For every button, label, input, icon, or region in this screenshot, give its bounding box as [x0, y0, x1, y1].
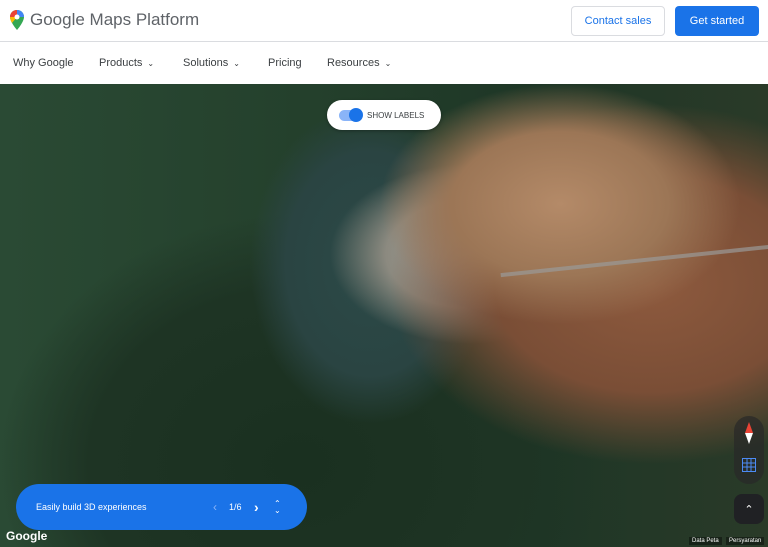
google-watermark: Google [6, 529, 48, 543]
nav-resources[interactable]: Resources ⌄ [327, 57, 391, 69]
nav-label: Solutions [183, 57, 229, 69]
terms-link[interactable]: Persyaratan [726, 537, 765, 545]
nav-label: Resources [327, 57, 380, 69]
contact-sales-button[interactable]: Contact sales [571, 6, 665, 36]
feature-carousel: Easily build 3D experiences ‹ 1/6 › ⌃ ⌄ [16, 484, 307, 530]
header: Google Maps Platform Contact sales Get s… [0, 0, 768, 42]
satellite-map[interactable]: SHOW LABELS ⌃ Easily build 3D experience… [0, 84, 768, 547]
expand-up-button[interactable]: ⌃ [734, 494, 764, 524]
show-labels-toggle[interactable]: SHOW LABELS [327, 100, 441, 130]
get-started-button[interactable]: Get started [675, 6, 759, 36]
nav-why-google[interactable]: Why Google [13, 57, 74, 69]
brand-logo[interactable]: Google Maps Platform [10, 10, 199, 30]
grid-view-icon[interactable] [742, 458, 756, 472]
chevron-up-icon: ⌃ [744, 503, 754, 516]
nav-label: Products [99, 57, 143, 69]
chevron-down-icon: ⌄ [233, 58, 240, 68]
nav-label: Why Google [13, 57, 74, 69]
map-road [500, 244, 768, 278]
chevron-down-icon: ⌄ [147, 58, 155, 68]
maps-pin-icon [10, 10, 24, 30]
nav-pricing[interactable]: Pricing [268, 57, 302, 69]
carousel-page: 1/6 [229, 502, 242, 512]
next-arrow-icon[interactable]: › [254, 499, 259, 515]
carousel-text: Easily build 3D experiences [36, 502, 147, 512]
brand-name: Google Maps Platform [30, 10, 200, 29]
map-data-link[interactable]: Data Peta [689, 537, 722, 545]
main-nav: Why Google Products ⌄ Solutions ⌄ Pricing … [0, 43, 768, 84]
nav-label: Pricing [268, 57, 302, 69]
prev-arrow-icon[interactable]: ‹ [213, 500, 217, 514]
chevron-down-icon: ⌄ [384, 58, 392, 68]
nav-products[interactable]: Products ⌄ [99, 57, 154, 69]
map-controls [734, 416, 764, 484]
toggle-switch[interactable] [339, 107, 363, 122]
toggle-label: SHOW LABELS [367, 110, 425, 120]
nav-solutions[interactable]: Solutions ⌄ [183, 57, 240, 69]
expand-collapse-icon[interactable]: ⌃ ⌄ [274, 500, 281, 515]
compass-icon[interactable] [743, 422, 755, 444]
